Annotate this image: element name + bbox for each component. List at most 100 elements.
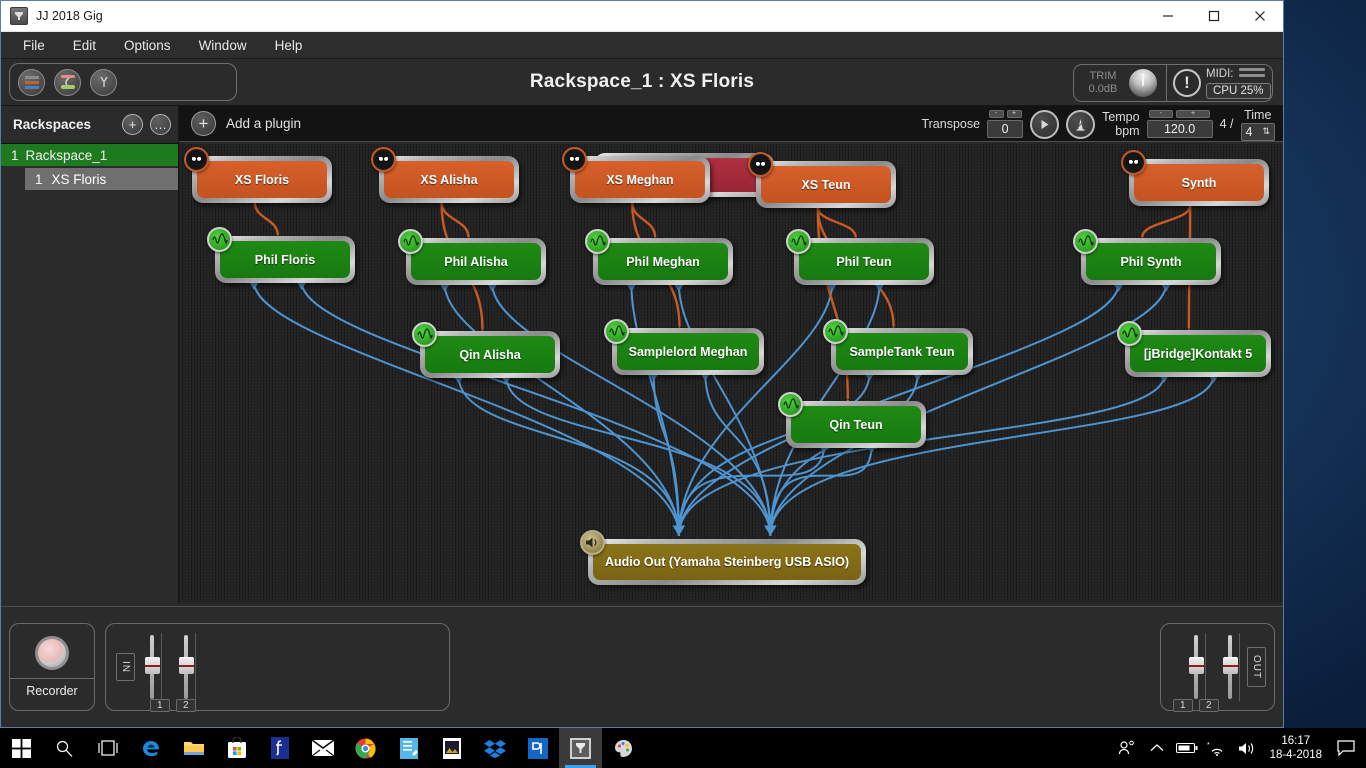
close-button[interactable]	[1237, 1, 1283, 32]
audio-plugin-icon	[1117, 321, 1142, 346]
plugin-canvas[interactable]: XS FlorisXS Alishaa SteinlXS MeghanXS Te…	[179, 144, 1281, 602]
plugin-node[interactable]: XS Teun	[748, 152, 896, 208]
input-fader-2[interactable]	[175, 631, 197, 703]
clock[interactable]: 16:17 18-4-2018	[1262, 734, 1330, 762]
bottom-bar: Recorder IN 1 2 OUT 1 2	[1, 606, 1283, 727]
menu-help[interactable]: Help	[261, 35, 317, 56]
audio-plugin-icon	[604, 319, 629, 344]
mixer-icon[interactable]	[18, 68, 45, 96]
app-body: Rackspaces + … 1 Rackspace_1 1 XS Floris	[1, 106, 1283, 604]
plus-icon: +	[191, 111, 216, 136]
chevron-updown-icon: ⇅	[1262, 126, 1270, 136]
desktop: JJ 2018 Gig File Edit Options Window Hel…	[0, 0, 1366, 768]
plugin-node[interactable]: SampleTank Teun	[823, 319, 973, 375]
gig-performer-icon[interactable]	[559, 728, 602, 768]
minimize-button[interactable]	[1145, 1, 1191, 32]
menu-file[interactable]: File	[9, 35, 59, 56]
transpose-value[interactable]: 0	[987, 120, 1024, 138]
plugin-node[interactable]: Phil Alisha	[398, 229, 546, 285]
plugin-node[interactable]: XS Alisha	[371, 147, 519, 203]
tempo-value[interactable]: 120.0	[1146, 120, 1213, 138]
wiring-icon[interactable]	[54, 68, 81, 96]
cpu-label: CPU	[1213, 84, 1238, 97]
chevron-up-icon[interactable]	[1142, 728, 1172, 768]
output-fader-2[interactable]	[1219, 631, 1241, 703]
menu-options[interactable]: Options	[110, 35, 185, 56]
transport-controls: Transpose - + 0 Tempo bpm - + 120.0 4 / …	[921, 106, 1275, 142]
battery-icon[interactable]	[1172, 728, 1202, 768]
plugin-node[interactable]: Qin Teun	[778, 392, 926, 448]
rackspace-options-button[interactable]: …	[150, 114, 171, 135]
input-fader-1[interactable]	[141, 631, 163, 703]
time-signature-control[interactable]: Time 4 ⇅	[1240, 108, 1275, 141]
volume-icon[interactable]	[1232, 728, 1262, 768]
tuner-icon[interactable]	[90, 68, 117, 96]
audio-out-icon	[580, 530, 605, 555]
file-explorer-icon[interactable]	[172, 728, 215, 768]
app-header: Rackspace_1 : XS Floris TRIM 0.0dB ! MID…	[1, 59, 1283, 106]
sidebar-item-rackspace-1[interactable]: 1 Rackspace_1	[1, 144, 178, 166]
plugin-node[interactable]: XS Meghan	[562, 147, 710, 203]
plugin-node[interactable]: Qin Alisha	[412, 322, 560, 378]
menu-edit[interactable]: Edit	[59, 35, 110, 56]
notification-icon[interactable]	[1330, 728, 1362, 768]
app-icon[interactable]	[516, 728, 559, 768]
search-icon[interactable]	[43, 728, 86, 768]
trim-knob[interactable]	[1128, 68, 1158, 98]
task-view-icon[interactable]	[86, 728, 129, 768]
play-icon[interactable]	[1030, 109, 1060, 139]
plugin-node[interactable]: Phil Meghan	[585, 229, 733, 285]
plugin-node[interactable]: Phil Floris	[207, 227, 355, 283]
plugin-node[interactable]: Phil Teun	[786, 229, 934, 285]
record-icon[interactable]	[35, 636, 69, 670]
metronome-icon[interactable]	[1066, 109, 1096, 139]
tempo-increment[interactable]: +	[1176, 110, 1211, 118]
dropbox-icon[interactable]	[473, 728, 516, 768]
header-tool-panel	[9, 63, 237, 101]
plugin-node-label: Audio Out (Yamaha Steinberg USB ASIO)	[593, 544, 861, 580]
start-icon[interactable]	[0, 728, 43, 768]
system-tray: * 16:17 18-4-2018	[1112, 728, 1366, 768]
plugin-node[interactable]: Samplelord Meghan	[604, 319, 764, 375]
warning-icon[interactable]: !	[1173, 69, 1201, 97]
svg-text:*: *	[1207, 742, 1210, 749]
plugin-node[interactable]: Audio Out (Yamaha Steinberg USB ASIO)	[580, 530, 866, 585]
finale-icon[interactable]	[258, 728, 301, 768]
transpose-increment[interactable]: +	[1006, 110, 1022, 118]
mail-icon[interactable]	[301, 728, 344, 768]
midi-cpu-panel: ! MIDI: CPU 25%	[1167, 64, 1273, 102]
plugin-node[interactable]: [jBridge]Kontakt 5	[1117, 321, 1271, 377]
photo-icon[interactable]	[430, 728, 473, 768]
output-fader-1[interactable]	[1185, 631, 1207, 703]
output-label: OUT	[1247, 646, 1266, 688]
people-icon[interactable]	[1112, 728, 1142, 768]
time-denominator-select[interactable]: 4 ⇅	[1240, 122, 1275, 141]
plugin-node[interactable]: Synth	[1121, 150, 1269, 206]
recorder-label: Recorder	[10, 678, 94, 698]
tempo-decrement[interactable]: -	[1149, 110, 1174, 118]
transpose-decrement[interactable]: -	[988, 110, 1004, 118]
edge-icon[interactable]	[129, 728, 172, 768]
plugin-node-label: [jBridge]Kontakt 5	[1130, 335, 1266, 372]
transpose-stepper[interactable]: - + 0	[987, 110, 1024, 138]
midi-label: MIDI:	[1206, 67, 1234, 80]
wifi-icon[interactable]: *	[1202, 728, 1232, 768]
maximize-button[interactable]	[1191, 1, 1237, 32]
add-plugin-label: Add a plugin	[226, 116, 302, 131]
output-mixer: OUT 1 2	[1160, 623, 1275, 712]
trim-control[interactable]: TRIM 0.0dB	[1073, 64, 1167, 102]
audio-plugin-icon	[778, 392, 803, 417]
title-bar: JJ 2018 Gig	[1, 1, 1283, 32]
chrome-icon[interactable]	[344, 728, 387, 768]
paint-icon[interactable]	[602, 728, 645, 768]
sidebar-item-variation-xs-floris[interactable]: 1 XS Floris	[25, 168, 178, 190]
tempo-stepper[interactable]: - + 120.0	[1146, 110, 1213, 138]
add-plugin-button[interactable]: + Add a plugin	[191, 111, 301, 136]
sidebar-title: Rackspaces	[13, 117, 92, 132]
notes-icon[interactable]	[387, 728, 430, 768]
add-rackspace-button[interactable]: +	[122, 114, 143, 135]
menu-window[interactable]: Window	[185, 35, 261, 56]
store-icon[interactable]	[215, 728, 258, 768]
plugin-node[interactable]: Phil Synth	[1073, 229, 1221, 285]
plugin-node[interactable]: XS Floris	[184, 147, 332, 203]
